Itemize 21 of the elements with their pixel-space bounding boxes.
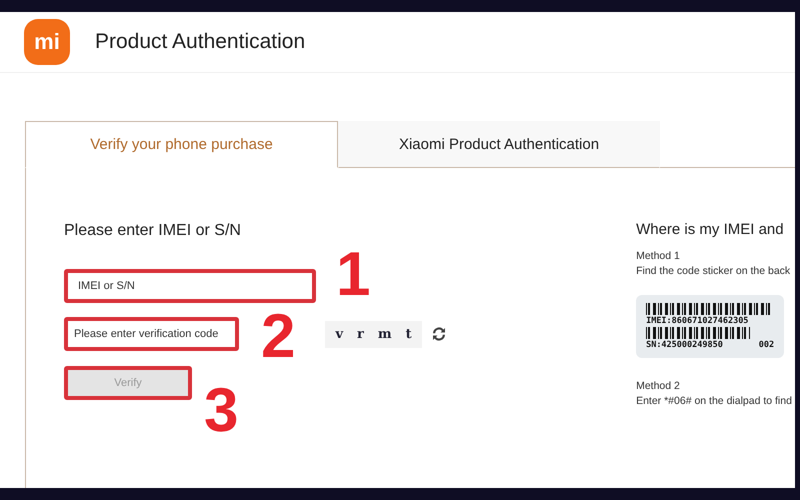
method-text: Find the code sticker on the back [636, 265, 792, 277]
sticker-code: 002 [758, 340, 774, 350]
logo[interactable]: mi [24, 19, 70, 65]
verification-code-field[interactable]: Please enter verification code [64, 317, 239, 351]
step-number: 3 [204, 380, 238, 442]
page-title: Product Authentication [95, 30, 306, 54]
step-number: 1 [336, 244, 370, 306]
step-number: 2 [261, 306, 296, 368]
serial-number: SN:425000249850 [646, 340, 723, 350]
form-heading: Please enter IMEI or S/N [64, 222, 242, 240]
method-title: Method 2 [636, 380, 681, 392]
method-text: Enter *#06# on the dialpad to find [636, 395, 793, 407]
help-heading: Where is my IMEI and [636, 221, 785, 238]
method-title: Method 1 [636, 250, 681, 262]
barcode-icon [646, 327, 750, 339]
barcode-icon [646, 303, 772, 315]
imei-field[interactable]: IMEI or S/N [64, 269, 316, 303]
captcha-image: v r m t [325, 320, 422, 348]
tab[interactable]: Verify your phone purchase [25, 121, 338, 168]
imei-number: IMEI:860671027462305 [646, 316, 750, 326]
tab[interactable]: Xiaomi Product Authentication [338, 121, 660, 168]
